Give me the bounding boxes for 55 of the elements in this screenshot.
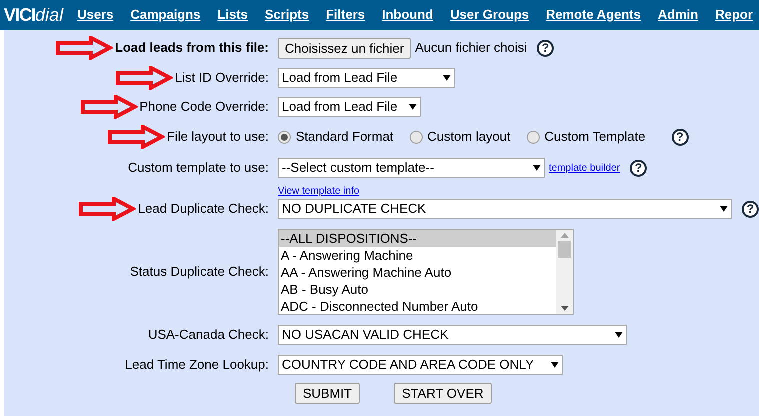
caret-icon xyxy=(615,332,623,338)
field-label: Status Duplicate Check: xyxy=(130,263,269,282)
nav-link[interactable]: Repor xyxy=(715,5,754,25)
nav-link[interactable]: Filters xyxy=(326,5,366,25)
form-button[interactable]: SUBMIT xyxy=(295,383,360,404)
list-option[interactable]: ADC - Disconnected Number Auto xyxy=(279,298,556,315)
caret-icon xyxy=(720,206,728,212)
nav-link[interactable]: Lists xyxy=(218,5,248,25)
nav-link[interactable]: User Groups xyxy=(450,5,530,25)
field-label: Lead Duplicate Check: xyxy=(138,200,269,218)
choose-file-button[interactable]: Choisissez un fichier xyxy=(278,38,412,58)
nav-link[interactable]: Campaigns xyxy=(130,5,201,25)
template-builder-link[interactable]: template builder xyxy=(549,160,620,176)
help-icon[interactable]: ? xyxy=(672,128,689,146)
field-label: Load leads from this file: xyxy=(115,39,269,58)
nav-link[interactable]: Admin xyxy=(658,5,698,25)
field-label: Custom template to use: xyxy=(128,159,269,177)
nav-link[interactable]: Inbound xyxy=(382,5,434,25)
nav-link[interactable]: Users xyxy=(77,5,114,25)
scrollbar[interactable] xyxy=(556,230,573,314)
field-label: USA-Canada Check: xyxy=(148,326,269,344)
form-button[interactable]: START OVER xyxy=(394,383,492,404)
help-icon[interactable]: ? xyxy=(742,200,759,218)
logo[interactable]: VICIdial xyxy=(4,2,64,28)
dropdown[interactable]: --Select custom template-- xyxy=(278,158,545,178)
dropdown[interactable]: NO DUPLICATE CHECK xyxy=(278,199,732,219)
scroll-up-icon[interactable] xyxy=(560,233,568,238)
field-label: File layout to use: xyxy=(167,128,269,146)
help-icon[interactable]: ? xyxy=(630,160,648,176)
list-option[interactable]: --ALL DISPOSITIONS-- xyxy=(279,230,556,247)
view-template-info-link[interactable]: View template info xyxy=(278,186,360,197)
scroll-down-icon[interactable] xyxy=(560,306,568,311)
caret-icon xyxy=(443,74,451,80)
field-label: Lead Time Zone Lookup: xyxy=(125,356,269,374)
file-status: Aucun fichier choisi xyxy=(415,39,528,58)
dropdown[interactable]: Load from Lead File xyxy=(278,97,421,117)
field-label: List ID Override: xyxy=(175,68,269,87)
list-option[interactable]: AA - Answering Machine Auto xyxy=(279,264,556,281)
list-option[interactable]: AB - Busy Auto xyxy=(279,281,556,298)
radio-option[interactable]: Custom Template xyxy=(526,127,646,147)
nav-link[interactable]: Scripts xyxy=(265,5,310,25)
dropdown[interactable]: NO USACAN VALID CHECK xyxy=(278,325,627,345)
caret-icon xyxy=(409,104,417,110)
dropdown[interactable]: COUNTRY CODE AND AREA CODE ONLY xyxy=(278,354,563,374)
scroll-thumb[interactable] xyxy=(558,241,571,258)
nav-link[interactable]: Remote Agents xyxy=(546,5,641,25)
radio-option[interactable]: Standard Format xyxy=(278,127,394,147)
caret-icon xyxy=(551,362,559,368)
caret-icon xyxy=(533,165,541,171)
field-label: Phone Code Override: xyxy=(140,98,269,116)
status-listbox[interactable]: --ALL DISPOSITIONS-- A - Answering Machine AA - Answering Machine Auto AB - Busy Auto ADC - Disconnected Number Auto xyxy=(278,229,574,315)
list-option[interactable]: A - Answering Machine xyxy=(279,247,556,264)
radio-option[interactable]: Custom layout xyxy=(410,127,511,147)
help-icon[interactable]: ? xyxy=(537,40,554,56)
dropdown[interactable]: Load from Lead File xyxy=(278,68,455,88)
